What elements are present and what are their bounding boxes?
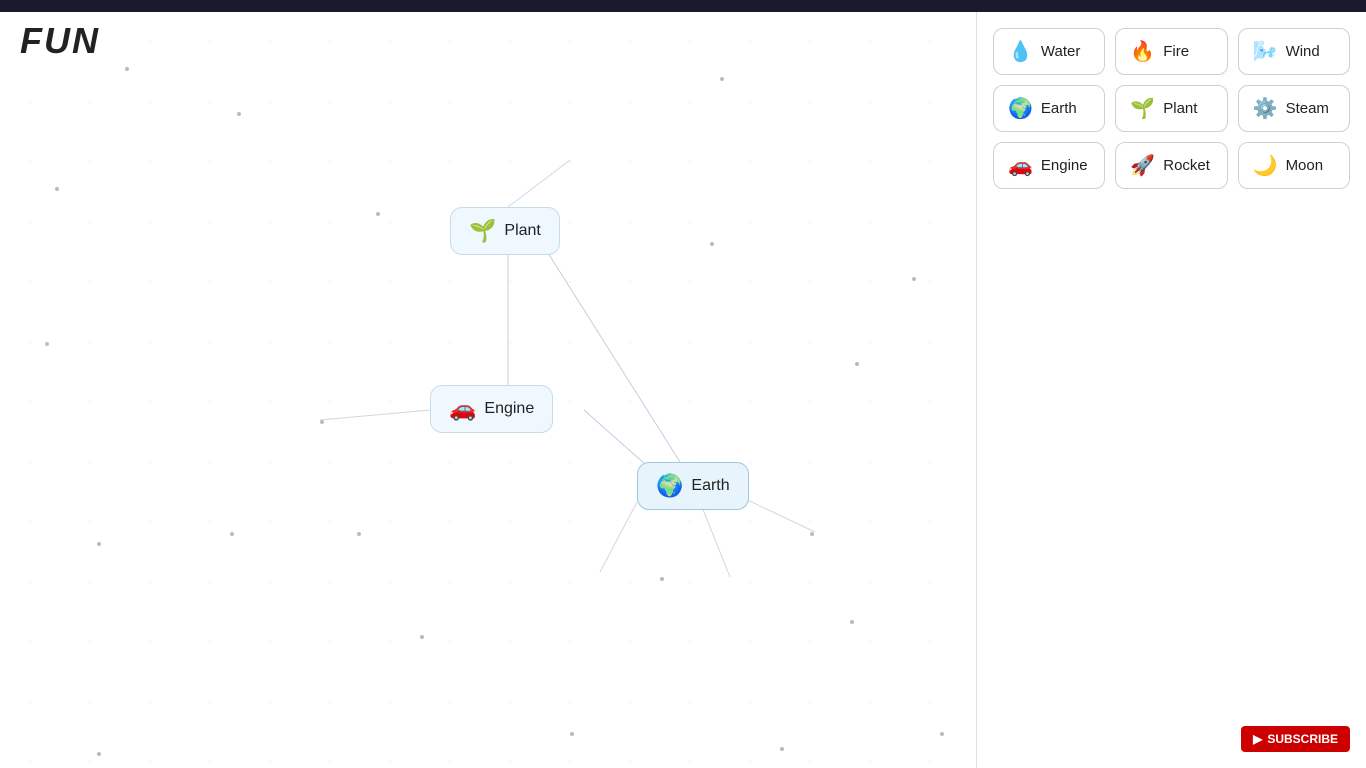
dot-10 xyxy=(230,532,234,536)
sidebar-item-engine[interactable]: 🚗 Engine xyxy=(993,142,1105,189)
dot-13 xyxy=(855,362,859,366)
label-water: Water xyxy=(1041,43,1080,60)
emoji-earth: 🌍 xyxy=(1008,96,1033,121)
emoji-plant-node: 🌱 xyxy=(469,218,496,244)
dot-16 xyxy=(570,732,574,736)
plant-node[interactable]: 🌱 Plant xyxy=(450,207,560,255)
emoji-engine-node: 🚗 xyxy=(449,396,476,422)
label-rocket: Rocket xyxy=(1163,157,1210,174)
dot-18 xyxy=(850,620,854,624)
emoji-moon: 🌙 xyxy=(1253,153,1278,178)
dot-8 xyxy=(320,420,324,424)
dot-17 xyxy=(940,732,944,736)
engine-node[interactable]: 🚗 Engine xyxy=(430,385,553,433)
label-fire: Fire xyxy=(1163,43,1189,60)
sidebar-item-moon[interactable]: 🌙 Moon xyxy=(1238,142,1350,189)
emoji-plant: 🌱 xyxy=(1130,96,1155,121)
sidebar-item-fire[interactable]: 🔥 Fire xyxy=(1115,28,1227,75)
label-engine-node: Engine xyxy=(484,400,534,418)
emoji-water: 💧 xyxy=(1008,39,1033,64)
label-earth-node: Earth xyxy=(691,477,729,495)
emoji-fire: 🔥 xyxy=(1130,39,1155,64)
dot-4 xyxy=(376,212,380,216)
label-engine: Engine xyxy=(1041,157,1088,174)
dot-1 xyxy=(237,112,241,116)
label-plant: Plant xyxy=(1163,100,1197,117)
dot-2 xyxy=(720,77,724,81)
subscribe-icon: ▶ xyxy=(1253,732,1262,746)
label-wind: Wind xyxy=(1286,43,1320,60)
sidebar-item-steam[interactable]: ⚙️ Steam xyxy=(1238,85,1350,132)
emoji-earth-node: 🌍 xyxy=(656,473,683,499)
dot-19 xyxy=(97,752,101,756)
dot-3 xyxy=(55,187,59,191)
dot-0 xyxy=(125,67,129,71)
label-plant-node: Plant xyxy=(504,222,540,240)
emoji-steam: ⚙️ xyxy=(1253,96,1278,121)
app-logo: FUN xyxy=(20,20,100,62)
elements-sidebar: 💧 Water 🔥 Fire 🌬️ Wind 🌍 Earth 🌱 Plant ⚙️ Steam 🚗 Eng… xyxy=(976,12,1366,768)
craft-canvas[interactable]: 🌱 Plant 🚗 Engine 🌍 Earth xyxy=(0,12,976,768)
dot-20 xyxy=(780,747,784,751)
subscribe-label: SUBSCRIBE xyxy=(1267,732,1338,746)
dot-5 xyxy=(710,242,714,246)
dot-9 xyxy=(97,542,101,546)
dot-6 xyxy=(912,277,916,281)
dot-11 xyxy=(357,532,361,536)
dot-12 xyxy=(810,532,814,536)
emoji-engine: 🚗 xyxy=(1008,153,1033,178)
label-earth: Earth xyxy=(1041,100,1077,117)
emoji-rocket: 🚀 xyxy=(1130,153,1155,178)
sidebar-item-wind[interactable]: 🌬️ Wind xyxy=(1238,28,1350,75)
subscribe-button[interactable]: ▶ SUBSCRIBE xyxy=(1241,726,1350,752)
label-moon: Moon xyxy=(1286,157,1324,174)
dot-7 xyxy=(45,342,49,346)
label-steam: Steam xyxy=(1286,100,1329,117)
sidebar-item-water[interactable]: 💧 Water xyxy=(993,28,1105,75)
earth-node[interactable]: 🌍 Earth xyxy=(637,462,749,510)
sidebar-item-plant[interactable]: 🌱 Plant xyxy=(1115,85,1227,132)
dot-14 xyxy=(660,577,664,581)
sidebar-item-earth[interactable]: 🌍 Earth xyxy=(993,85,1105,132)
topbar xyxy=(0,0,1366,12)
emoji-wind: 🌬️ xyxy=(1253,39,1278,64)
sidebar-item-rocket[interactable]: 🚀 Rocket xyxy=(1115,142,1227,189)
dot-15 xyxy=(420,635,424,639)
